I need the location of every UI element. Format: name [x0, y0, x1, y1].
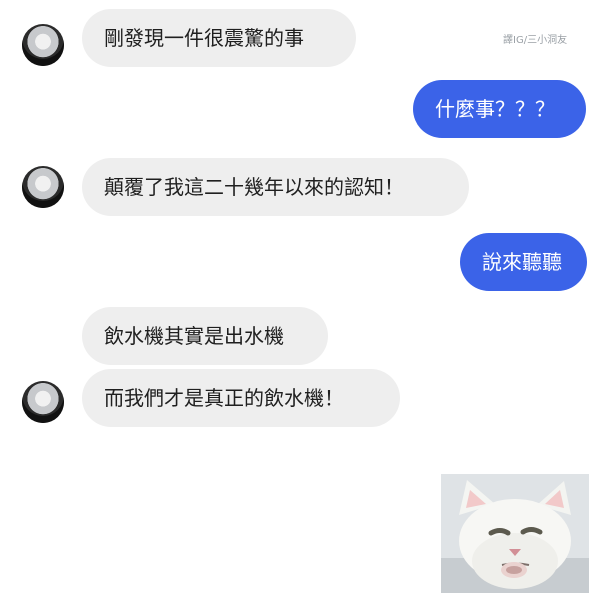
avatar[interactable]	[22, 381, 64, 423]
white-cat-sticker-icon[interactable]	[441, 474, 589, 593]
message-bubble-incoming[interactable]: 顛覆了我這二十幾年以來的認知！	[82, 158, 469, 216]
avatar[interactable]	[22, 24, 64, 66]
avatar[interactable]	[22, 166, 64, 208]
message-bubble-outgoing[interactable]: 什麼事？？？	[413, 80, 586, 138]
watermark: 譯IG/三小洞友	[503, 35, 568, 46]
message-bubble-outgoing[interactable]: 說來聽聽	[460, 233, 587, 291]
message-bubble-incoming[interactable]: 剛發現一件很震驚的事	[82, 9, 356, 67]
message-bubble-incoming[interactable]: 飲水機其實是出水機	[82, 307, 328, 365]
message-bubble-incoming[interactable]: 而我們才是真正的飲水機！	[82, 369, 400, 427]
